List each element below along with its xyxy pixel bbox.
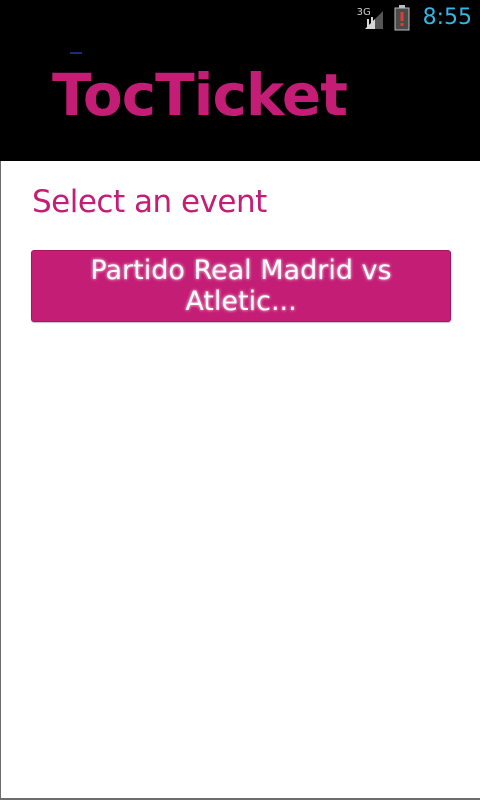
page-title: Select an event [32,184,267,220]
logo-accent [70,52,82,54]
event-button[interactable]: Partido Real Madrid vs Atletic... [31,250,451,322]
app-screen: 3G 8:55 TocTicket Select an event Partid… [0,0,480,800]
screen-left-border [0,161,1,800]
app-header: TocTicket [0,36,480,161]
status-bar: 3G 8:55 [0,0,480,36]
battery-alert-icon [393,5,411,31]
signal-icon: 3G [356,5,385,31]
network-type-label: 3G [356,7,371,18]
clock: 8:55 [422,5,472,30]
status-icons: 3G 8:55 [356,0,472,36]
app-title: TocTicket [52,61,348,129]
event-button-label: Partido Real Madrid vs Atletic... [90,255,392,317]
